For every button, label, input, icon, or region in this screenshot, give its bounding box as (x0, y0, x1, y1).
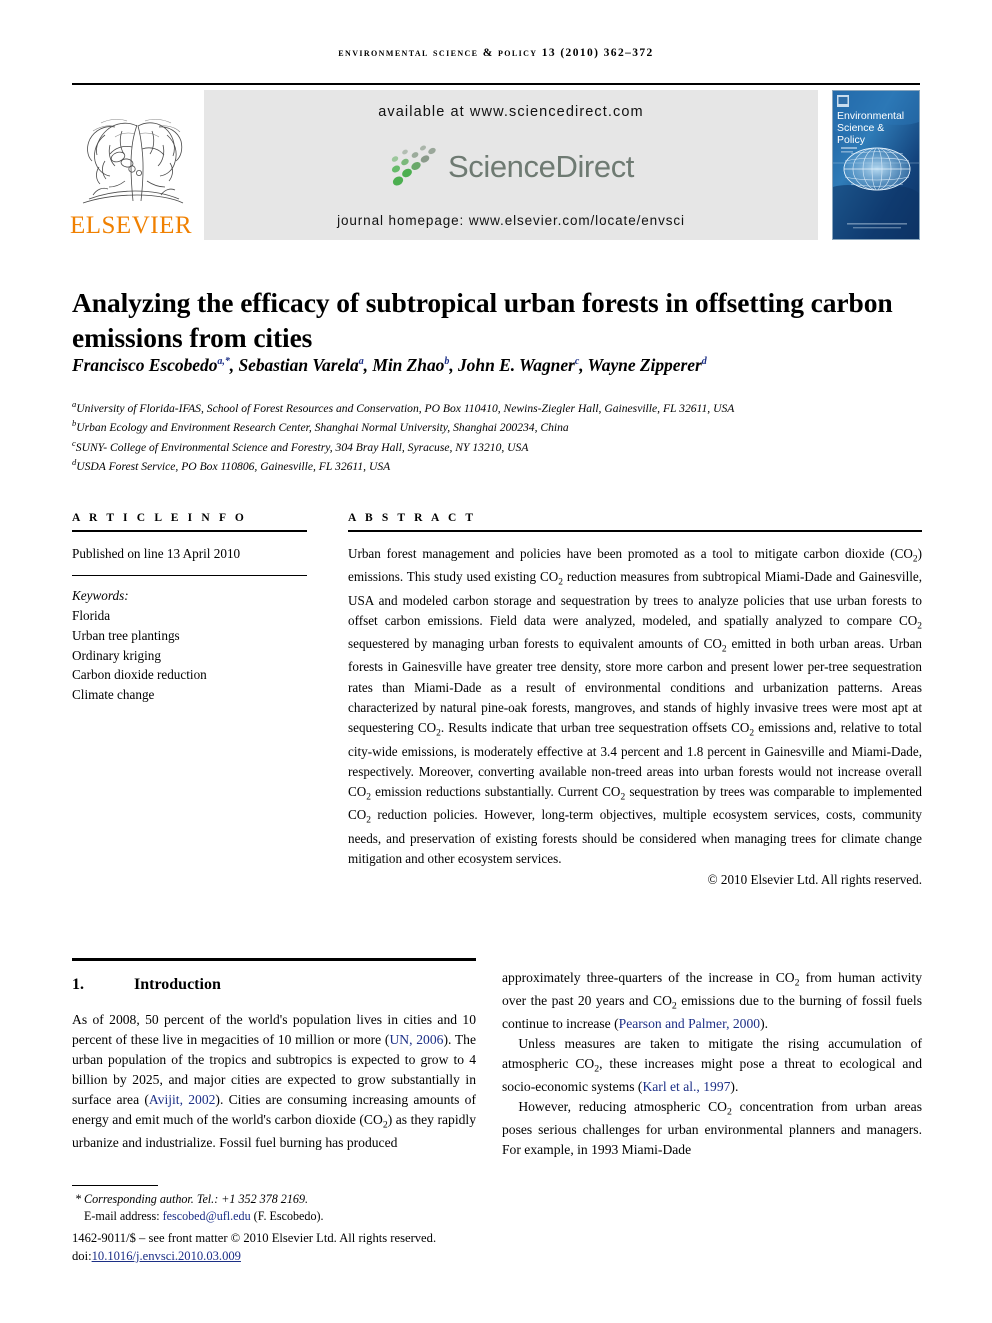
published-date: Published on line 13 April 2010 (72, 546, 241, 561)
affiliation-item: bUrban Ecology and Environment Research … (72, 417, 942, 436)
elsevier-logo: ELSEVIER (69, 90, 193, 240)
affiliation-item: cSUNY- College of Environmental Science … (72, 437, 942, 456)
section-heading: 1. Introduction (72, 976, 476, 994)
journal-cover-image: Environmental Science & Policy (832, 90, 920, 240)
affiliation-text: Urban Ecology and Environment Research C… (76, 421, 569, 435)
article-page: Environmental Science & Policy 13 (2010)… (0, 0, 992, 1323)
email-label: E-mail address: (84, 1209, 160, 1224)
divider (72, 575, 307, 577)
corresponding-author-note: * Corresponding author. Tel.: +1 352 378 … (72, 1191, 492, 1208)
author-name: Min Zhao (372, 355, 445, 375)
email-owner: (F. Escobedo). (253, 1209, 324, 1224)
citation-link[interactable]: Pearson and Palmer, 2000 (619, 1016, 760, 1031)
keyword-item: Ordinary kriging (72, 647, 161, 663)
body-column-right: approximately three-quarters of the incr… (502, 968, 922, 1160)
doi-link[interactable]: 10.1016/j.envsci.2010.03.009 (92, 1249, 241, 1263)
sciencedirect-wordmark: ScienceDirect (447, 148, 635, 184)
abstract-heading: A B S T R A C T (348, 512, 477, 524)
author-list: Francisco Escobedoa,*, Sebastian Varelaa… (72, 355, 707, 375)
intro-right-text: approximately three-quarters of the incr… (502, 970, 922, 1158)
issn-line: 1462-9011/$ – see front matter © 2010 El… (72, 1231, 437, 1246)
divider (72, 530, 307, 532)
keyword-item: Carbon dioxide reduction (72, 667, 207, 683)
keyword-item: Urban tree plantings (72, 627, 180, 643)
author-name: Francisco Escobedo (72, 355, 218, 375)
abstract-column: A B S T R A C T Urban forest management … (348, 512, 922, 888)
article-info-heading: A R T I C L E I N F O (72, 512, 247, 524)
journal-cover-art: Environmental Science & Policy (833, 91, 919, 239)
elsevier-wordmark: ELSEVIER (69, 212, 193, 239)
author-name: Wayne Zipperer (587, 355, 702, 375)
elsevier-tree-icon (75, 101, 187, 213)
doi-line: doi:10.1016/j.envsci.2010.03.009 (72, 1248, 492, 1266)
asterisk-marker: * (75, 1192, 82, 1206)
sciencedirect-logo: ScienceDirect (388, 145, 634, 189)
affiliation-text: USDA Forest Service, PO Box 110806, Gain… (76, 460, 391, 474)
svg-text:Science &: Science & (837, 122, 884, 134)
journal-homepage-text: journal homepage: www.elsevier.com/locat… (337, 213, 685, 228)
affiliation-text: University of Florida-IFAS, School of Fo… (76, 401, 735, 415)
email-note: E-mail address: fescobed@ufl.edu (F. Esc… (72, 1208, 492, 1225)
doi-label: doi: (72, 1249, 92, 1264)
abstract-text: Urban forest management and policies hav… (348, 546, 922, 866)
footnote-block: * Corresponding author. Tel.: +1 352 378 … (72, 1185, 492, 1266)
author-affiliation-marker: c (574, 356, 580, 368)
email-link[interactable]: fescobed@ufl.edu (163, 1209, 251, 1223)
svg-text:Policy: Policy (837, 134, 866, 146)
divider (348, 530, 922, 532)
keyword-item: Climate change (72, 687, 155, 703)
author-affiliation-marker: a,* (217, 356, 230, 368)
sciencedirect-dots-icon (391, 145, 436, 186)
footnote-divider (72, 1185, 158, 1186)
author-affiliation-marker: b (444, 356, 450, 368)
citation-link[interactable]: Avijit, 2002 (149, 1092, 216, 1107)
journal-masthead: ELSEVIER available at www.sciencedirect.… (69, 83, 920, 241)
intro-left-text: As of 2008, 50 percent of the world's po… (72, 1012, 476, 1150)
citation-link[interactable]: UN, 2006 (389, 1032, 443, 1047)
section-divider (72, 958, 476, 961)
article-info-column: A R T I C L E I N F O Published on line … (72, 512, 307, 705)
svg-text:Environmental: Environmental (837, 110, 904, 122)
citation-link[interactable]: Karl et al., 1997 (642, 1079, 730, 1094)
body-column-left: 1. Introduction As of 2008, 50 percent o… (72, 968, 476, 1153)
affiliation-text: SUNY- College of Environmental Science a… (75, 440, 529, 454)
available-at-text: available at www.sciencedirect.com (378, 104, 644, 120)
affiliation-item: aUniversity of Florida-IFAS, School of F… (72, 398, 942, 417)
section-number: 1. (72, 976, 84, 993)
author-affiliation-marker: a (358, 356, 364, 368)
section-title: Introduction (134, 976, 221, 993)
running-head: Environmental Science & Policy 13 (2010)… (338, 47, 654, 59)
copyright-notice: © 2010 Elsevier Ltd. All rights reserved… (707, 872, 922, 888)
author-affiliation-marker: d (701, 356, 707, 368)
page-title: Analyzing the efficacy of subtropical ur… (72, 287, 893, 354)
author-name: Sebastian Varela (238, 355, 359, 375)
affiliation-list: aUniversity of Florida-IFAS, School of F… (72, 398, 942, 476)
keyword-item: Florida (72, 607, 111, 623)
affiliation-item: dUSDA Forest Service, PO Box 110806, Gai… (72, 456, 942, 475)
sciencedirect-panel: available at www.sciencedirect.com Scien… (204, 90, 818, 240)
author-name: John E. Wagner (457, 355, 575, 375)
corresponding-author-text: Corresponding author. Tel.: +1 352 378 2… (84, 1192, 309, 1206)
journal-cover: Environmental Science & Policy (832, 90, 920, 240)
keywords-label: Keywords: (72, 588, 129, 604)
